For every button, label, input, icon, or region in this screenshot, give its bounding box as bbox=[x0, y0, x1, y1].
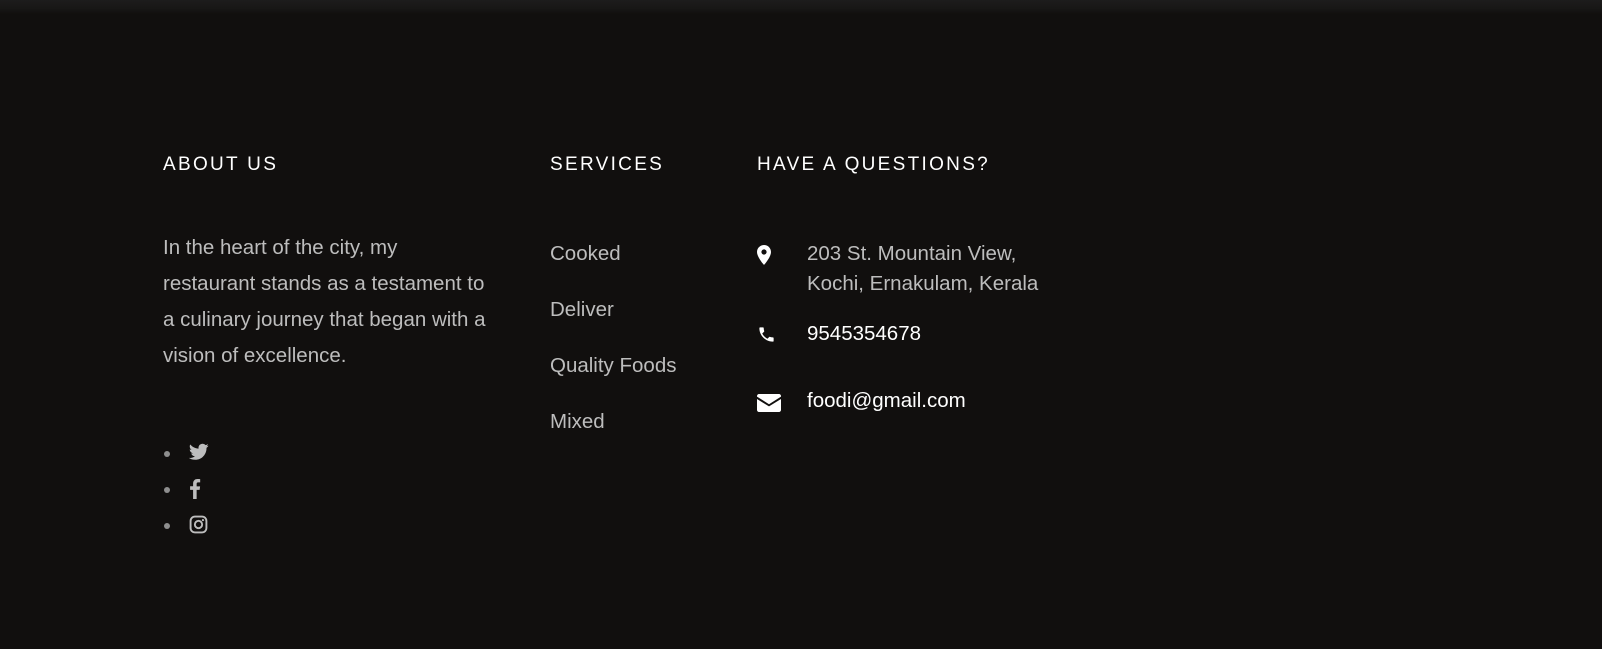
social-item-facebook bbox=[163, 472, 223, 508]
contact-heading: HAVE A QUESTIONS? bbox=[757, 154, 991, 175]
social-item-instagram bbox=[163, 508, 223, 544]
twitter-icon bbox=[189, 443, 209, 460]
services-heading: SERVICES bbox=[550, 154, 665, 175]
facebook-icon bbox=[190, 479, 201, 499]
services-item-cooked[interactable]: Cooked bbox=[550, 242, 676, 298]
map-marker-icon bbox=[757, 245, 771, 270]
site-footer: ABOUT US In the heart of the city, my re… bbox=[0, 14, 1602, 649]
address-text: 203 St. Mountain View, Kochi, Ernakulam,… bbox=[807, 239, 1038, 299]
phone-link[interactable]: 9545354678 bbox=[807, 319, 921, 349]
bullet-dot bbox=[164, 523, 170, 529]
facebook-link[interactable] bbox=[189, 479, 211, 501]
bullet-dot bbox=[164, 487, 170, 493]
services-item-mixed[interactable]: Mixed bbox=[550, 410, 676, 466]
twitter-link[interactable] bbox=[189, 443, 211, 465]
social-item-twitter bbox=[163, 436, 223, 472]
address-line-2: Kochi, Ernakulam, Kerala bbox=[807, 272, 1039, 295]
instagram-icon bbox=[189, 515, 208, 534]
address-line-1: 203 St. Mountain View, bbox=[807, 242, 1017, 265]
phone-icon bbox=[757, 325, 776, 349]
services-list: Cooked Deliver Quality Foods Mixed bbox=[550, 242, 676, 466]
instagram-link[interactable] bbox=[189, 515, 211, 537]
bullet-dot bbox=[164, 451, 170, 457]
email-link[interactable]: foodi@gmail.com bbox=[807, 386, 966, 416]
top-divider-strip bbox=[0, 0, 1602, 14]
about-text: In the heart of the city, my restaurant … bbox=[163, 236, 486, 367]
services-item-deliver[interactable]: Deliver bbox=[550, 298, 676, 354]
social-links bbox=[163, 436, 223, 544]
envelope-icon bbox=[757, 394, 781, 417]
services-item-quality-foods[interactable]: Quality Foods bbox=[550, 354, 676, 410]
about-heading: ABOUT US bbox=[163, 154, 279, 175]
